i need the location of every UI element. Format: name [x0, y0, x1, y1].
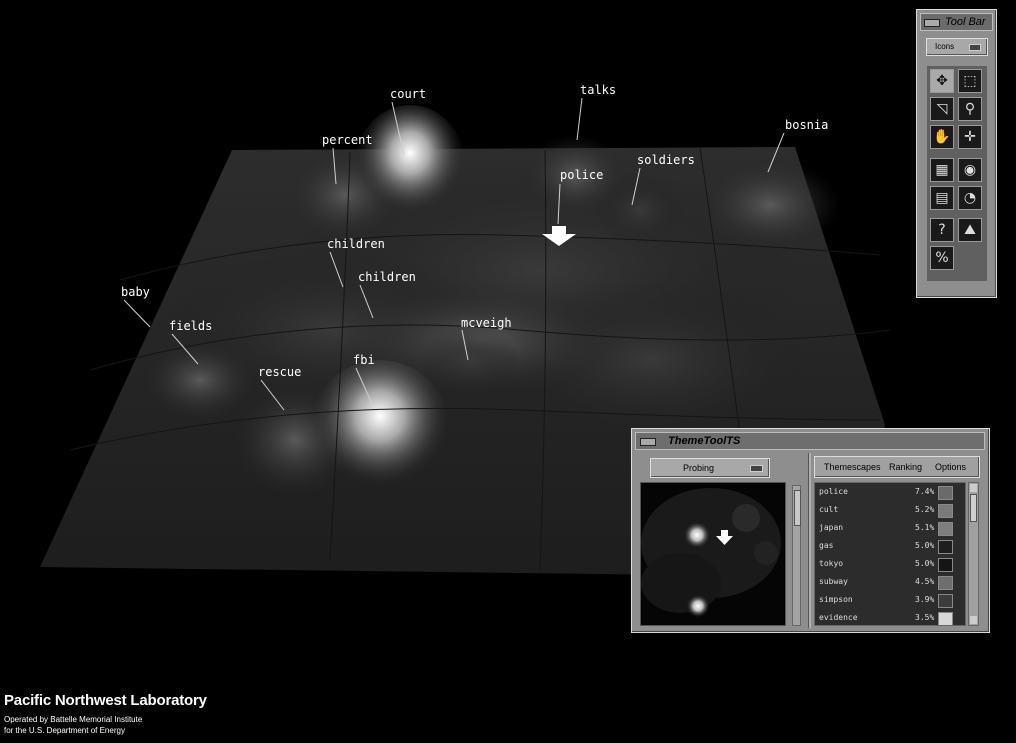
- toolbar-mode-label: Icons: [935, 42, 955, 51]
- box-select-tool-icon[interactable]: ⬚: [958, 69, 982, 93]
- themescape-tool-icon[interactable]: ⛰: [958, 218, 982, 242]
- document-tool-icon[interactable]: ▤: [930, 186, 954, 210]
- tool-grid: ✥ ⬚ ◹ ⚲ ✋ ✛ ▦ ◉ ▤ ◔ ? ⛰ %: [927, 66, 987, 281]
- scroll-thumb[interactable]: [970, 494, 977, 522]
- overview-map[interactable]: [640, 482, 786, 626]
- menu-options[interactable]: Options: [935, 462, 966, 472]
- list-item[interactable]: cult 5.2%: [815, 501, 965, 520]
- label-court: court: [390, 87, 427, 101]
- label-baby: baby: [121, 285, 150, 299]
- themetool-menubar: Themescapes Ranking Options: [814, 456, 980, 478]
- gauge-tool-icon[interactable]: ◔: [958, 186, 982, 210]
- list-item[interactable]: tokyo 5.0%: [815, 555, 965, 574]
- lab-department: for the U.S. Department of Energy: [4, 726, 125, 735]
- probe-mode-label: Probing: [683, 463, 715, 473]
- pan-hand-tool-icon[interactable]: ✋: [930, 125, 954, 149]
- window-menu-button[interactable]: [924, 19, 940, 27]
- list-item[interactable]: police 7.4%: [815, 483, 965, 502]
- tool-bar-window: Tool Bar Icons ✥ ⬚ ◹ ⚲ ✋ ✛ ▦ ◉ ▤ ◔ ? ⛰ %: [916, 9, 997, 298]
- themetool-title: ThemeToolTS: [668, 435, 741, 447]
- toolbar-mode-select[interactable]: Icons: [926, 38, 988, 56]
- dropdown-indicator-icon: [969, 44, 981, 51]
- themetool-window: ThemeToolTS Probing Themescapes Ranking …: [631, 428, 990, 633]
- label-percent: percent: [322, 133, 373, 147]
- window-menu-button[interactable]: [640, 438, 656, 446]
- percent-tool-icon[interactable]: %: [930, 246, 954, 270]
- zoom-tool-icon[interactable]: ⚲: [958, 97, 982, 121]
- label-children-2: children: [358, 270, 416, 284]
- map-tool-icon[interactable]: ▦: [930, 158, 954, 182]
- label-fbi: fbi: [353, 353, 375, 367]
- preview-scrollbar[interactable]: [792, 485, 801, 626]
- dropdown-indicator-icon: [750, 465, 763, 472]
- list-item[interactable]: gas 5.0%: [815, 537, 965, 556]
- compare-tool-icon[interactable]: ◉: [958, 158, 982, 182]
- label-bosnia: bosnia: [785, 118, 829, 132]
- label-fields: fields: [169, 319, 213, 333]
- pane-divider[interactable]: [808, 453, 811, 628]
- themetool-titlebar[interactable]: ThemeToolTS: [635, 432, 985, 450]
- lab-operator: Operated by Battelle Memorial Institute: [4, 715, 143, 724]
- scroll-up-icon[interactable]: [970, 484, 977, 492]
- label-police: police: [560, 168, 604, 182]
- list-item[interactable]: simpson 3.9%: [815, 591, 965, 610]
- tool-bar-title: Tool Bar: [945, 16, 986, 28]
- label-rescue: rescue: [258, 365, 302, 379]
- list-item[interactable]: subway 4.5%: [815, 573, 965, 592]
- ranking-scrollbar[interactable]: [968, 482, 979, 626]
- select-tool-icon[interactable]: ✥: [930, 69, 954, 93]
- lab-title: Pacific Northwest Laboratory: [4, 692, 207, 709]
- list-item[interactable]: evidence 3.5%: [815, 609, 965, 625]
- tool-bar-titlebar[interactable]: Tool Bar: [920, 13, 993, 31]
- label-soldiers: soldiers: [637, 153, 695, 167]
- move-tool-icon[interactable]: ✛: [958, 125, 982, 149]
- menu-themescapes[interactable]: Themescapes: [824, 462, 881, 472]
- list-item[interactable]: japan 5.1%: [815, 519, 965, 538]
- label-talks: talks: [580, 83, 617, 97]
- scroll-down-icon[interactable]: [970, 616, 977, 624]
- query-tool-icon[interactable]: ?: [930, 218, 954, 242]
- label-mcveigh: mcveigh: [461, 316, 512, 330]
- menu-ranking[interactable]: Ranking: [889, 462, 922, 472]
- lasso-tool-icon[interactable]: ◹: [930, 97, 954, 121]
- label-children: children: [327, 237, 385, 251]
- probe-mode-select[interactable]: Probing: [650, 458, 770, 478]
- ranking-list[interactable]: police 7.4% cult 5.2% japan 5.1% gas 5.0% to…: [814, 482, 966, 626]
